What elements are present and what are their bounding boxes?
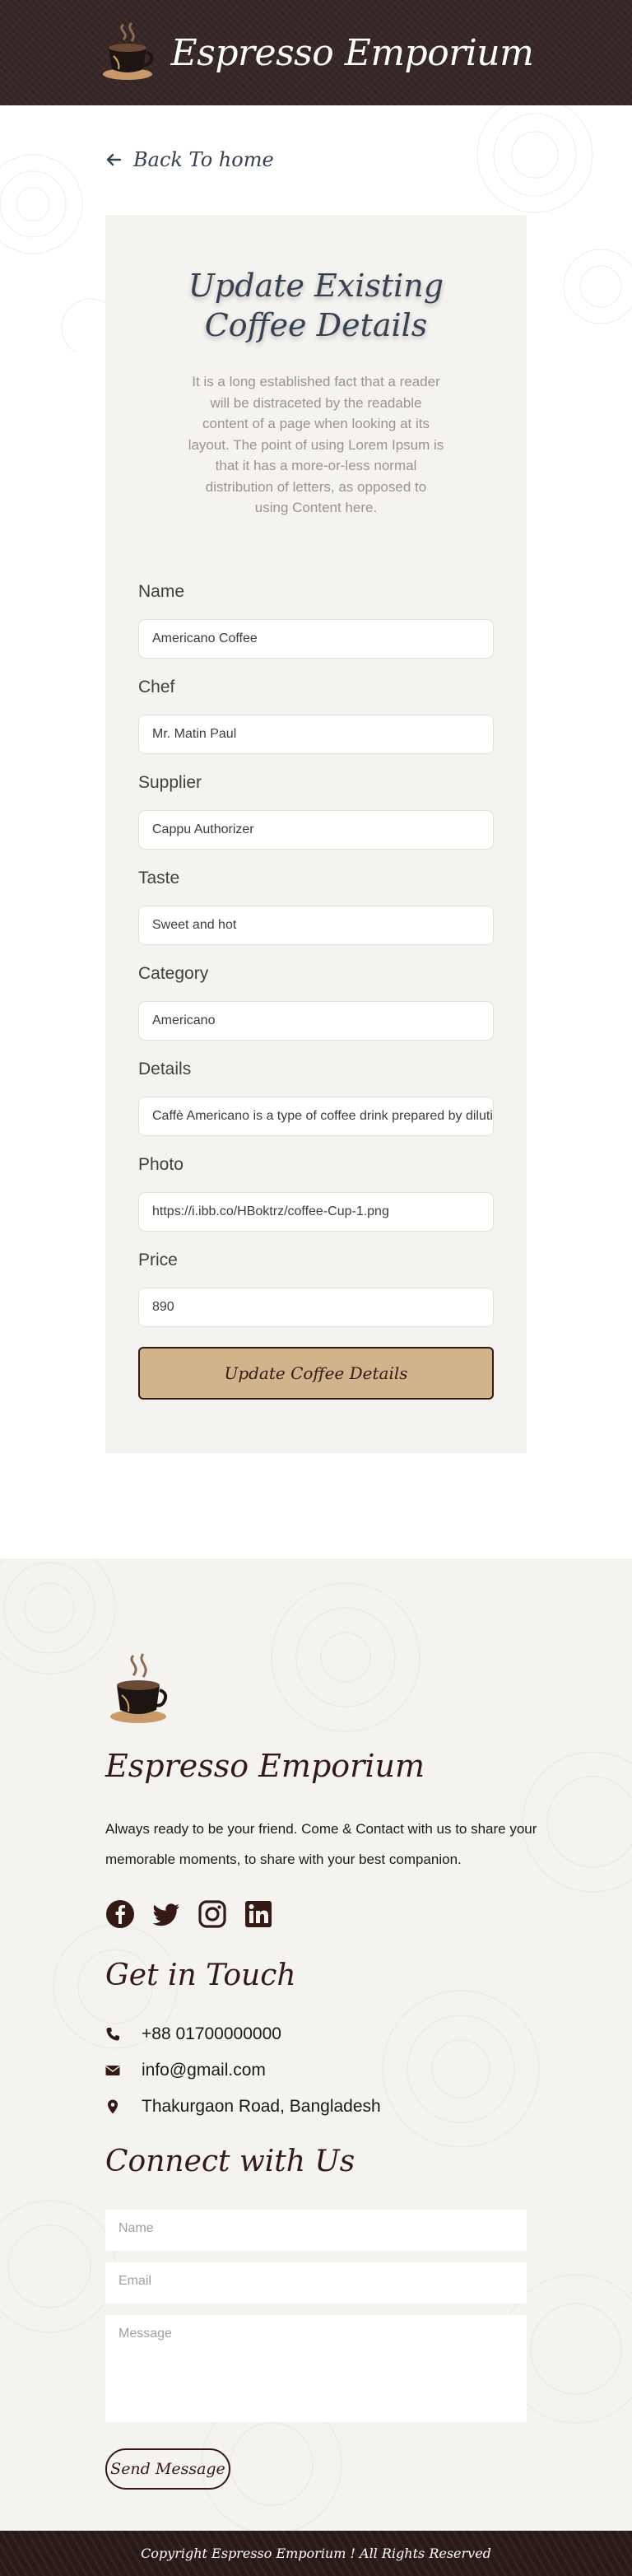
phone-number[interactable]: +88 01700000000 bbox=[142, 2024, 281, 2044]
chef-field-group: Chef Mr. Matin Paul bbox=[138, 675, 494, 754]
price-label: Price bbox=[138, 1251, 178, 1269]
envelope-icon bbox=[105, 2066, 120, 2075]
details-input[interactable]: Caffè Americano is a type of coffee drin… bbox=[138, 1097, 494, 1136]
details-field-group: Details Caffè Americano is a type of cof… bbox=[138, 1057, 494, 1136]
name-field-group: Name Americano Coffee bbox=[138, 580, 494, 659]
contact-phone: +88 01700000000 bbox=[105, 2024, 281, 2044]
price-input[interactable]: 890 bbox=[138, 1288, 494, 1327]
name-label: Name bbox=[138, 582, 185, 601]
copyright-text: Copyright Espresso Emporium ! All Rights… bbox=[141, 2546, 491, 2561]
taste-input[interactable]: Sweet and hot bbox=[138, 906, 494, 945]
chef-input[interactable]: Mr. Matin Paul bbox=[138, 715, 494, 754]
contact-message-textarea[interactable]: Message bbox=[105, 2315, 527, 2422]
photo-label: Photo bbox=[138, 1155, 184, 1174]
copyright-bar: Copyright Espresso Emporium ! All Rights… bbox=[0, 2531, 632, 2576]
category-field-group: Category Americano bbox=[138, 962, 494, 1041]
name-input[interactable]: Americano Coffee bbox=[138, 619, 494, 659]
site-brand[interactable]: Espresso Emporium bbox=[171, 32, 534, 74]
category-label: Category bbox=[138, 964, 209, 983]
form-title: Update Existing Coffee Details bbox=[188, 268, 444, 343]
contact-email-input[interactable]: Email bbox=[105, 2262, 527, 2303]
connect-with-us-title: Connect with Us bbox=[105, 2145, 356, 2178]
footer-tagline: Always ready to be your friend. Come & C… bbox=[105, 1821, 537, 1867]
form-intro: It is a long established fact that a rea… bbox=[188, 374, 444, 515]
photo-field-group: Photo https://i.ibb.co/HBoktrz/coffee-Cu… bbox=[138, 1153, 494, 1232]
facebook-icon[interactable] bbox=[105, 1899, 135, 1929]
site-header: Espresso Emporium bbox=[0, 0, 632, 105]
arrow-left-icon bbox=[106, 153, 122, 166]
back-link-label: Back To home bbox=[133, 148, 274, 171]
footer-brand: Espresso Emporium bbox=[105, 1748, 425, 1784]
location-pin-icon bbox=[108, 2099, 118, 2114]
street-address: Thakurgaon Road, Bangladesh bbox=[142, 2097, 381, 2116]
photo-input[interactable]: https://i.ibb.co/HBoktrz/coffee-Cup-1.pn… bbox=[138, 1192, 494, 1232]
send-message-button[interactable]: Send Message bbox=[105, 2448, 230, 2490]
update-coffee-button[interactable]: Update Coffee Details bbox=[138, 1347, 494, 1400]
details-label: Details bbox=[138, 1060, 192, 1078]
back-to-home-link[interactable]: Back To home bbox=[105, 147, 274, 173]
supplier-field-group: Supplier Cappu Authorizer bbox=[138, 771, 494, 850]
update-coffee-form: Update Existing Coffee Details It is a l… bbox=[105, 215, 527, 1453]
footer-coffee-logo-icon bbox=[110, 1653, 168, 1723]
coffee-cup-logo-icon[interactable] bbox=[99, 20, 156, 86]
taste-label: Taste bbox=[138, 869, 180, 887]
supplier-label: Supplier bbox=[138, 773, 202, 792]
site-footer: Espresso Emporium Always ready to be you… bbox=[0, 1558, 632, 2531]
twitter-icon[interactable] bbox=[151, 1899, 181, 1929]
contact-name-input[interactable]: Name bbox=[105, 2210, 527, 2251]
social-links bbox=[105, 1899, 273, 1929]
email-address[interactable]: info@gmail.com bbox=[142, 2061, 266, 2080]
get-in-touch-title: Get in Touch bbox=[105, 1959, 296, 1992]
taste-field-group: Taste Sweet and hot bbox=[138, 866, 494, 945]
category-input[interactable]: Americano bbox=[138, 1001, 494, 1041]
contact-address: Thakurgaon Road, Bangladesh bbox=[105, 2097, 381, 2117]
contact-email: info@gmail.com bbox=[105, 2061, 266, 2080]
supplier-input[interactable]: Cappu Authorizer bbox=[138, 810, 494, 850]
linkedin-icon[interactable] bbox=[244, 1899, 273, 1929]
chef-label: Chef bbox=[138, 678, 175, 696]
instagram-icon[interactable] bbox=[198, 1899, 227, 1929]
phone-icon bbox=[106, 2028, 119, 2041]
price-field-group: Price 890 bbox=[138, 1248, 494, 1327]
